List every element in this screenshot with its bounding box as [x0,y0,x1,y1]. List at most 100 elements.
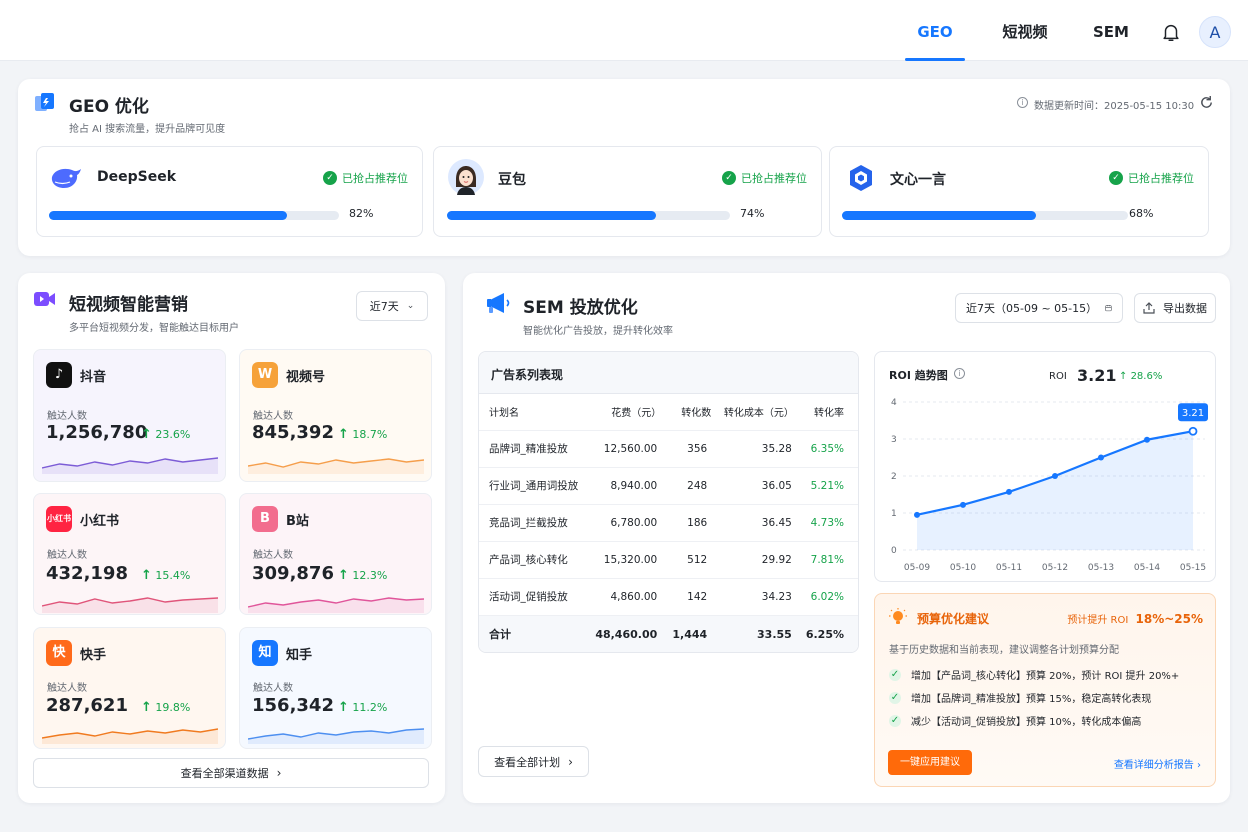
tab-short-video[interactable]: 短视频 [995,0,1055,61]
roi-trend: ↑ 28.6% [1119,371,1163,382]
view-all-channels-button[interactable]: 查看全部渠道数据 › [33,758,429,788]
calendar-icon [1105,305,1112,312]
platform-card-2[interactable]: 小红书 小红书 触达人数 432,198 ↑ 15.4% [33,493,226,615]
platform-logo-icon: B [252,506,278,532]
geo-platform-wenxin[interactable]: 文心一言 ✓ 已抢占推荐位 68% [829,146,1209,237]
reach-label: 触达人数 [47,550,87,561]
geo-platform-doubao[interactable]: 豆包 ✓ 已抢占推荐位 74% [433,146,822,237]
check-icon: ✓ [889,714,901,727]
geo-logo-icon [35,93,54,111]
check-circle-icon: ✓ [722,171,736,185]
table-cell: 竞品词_拦截投放 [479,504,586,542]
table-cell: 35.28 [721,430,806,468]
geo-status-badge: ✓ 已抢占推荐位 [722,170,807,186]
platform-logo-icon: 快 [46,640,72,666]
x-tick-label: 05-11 [996,563,1022,573]
table-row: 品牌词_精准投放 12,560.00 356 35.28 6.35% [479,430,858,468]
table-cell: 4.73% [805,504,858,542]
table-cell: 356 [671,430,722,468]
geo-platform-deepseek[interactable]: DeepSeek ✓ 已抢占推荐位 82% [36,146,423,237]
platform-card-4[interactable]: 快 快手 触达人数 287,621 ↑ 19.8% [33,627,226,749]
table-row: 行业词_通用词投放 8,940.00 248 36.05 5.21% [479,467,858,505]
view-all-plans-button[interactable]: 查看全部计划 › [478,746,589,777]
campaign-performance-table: 广告系列表现 计划名 花费（元） 转化数 转化成本（元） 转化率 品牌词_精准投… [478,351,859,653]
table-cell: 7.81% [805,541,858,579]
table-cell: 8,940.00 [585,467,672,505]
geo-progress-percent: 68% [1129,207,1154,220]
expected-roi-lift: 预计提升 ROI 18%~25% [1067,612,1203,626]
table-title: 广告系列表现 [479,352,858,394]
reach-trend: ↑ 15.4% [141,568,191,583]
y-tick-label: 0 [891,546,897,556]
x-tick-label: 05-09 [904,563,930,573]
y-tick-label: 1 [891,509,897,519]
table-cell: 248 [671,467,722,505]
sparkline-chart [42,728,218,744]
geo-status-badge: ✓ 已抢占推荐位 [1109,170,1194,186]
geo-progress-percent: 82% [349,207,374,220]
table-cell: 29.92 [721,541,806,579]
date-range-picker[interactable]: 近7天（05-09 ~ 05-15） [955,293,1123,323]
info-icon: i [1017,97,1028,108]
table-cell: 6.35% [805,430,858,468]
geo-progress-bar [842,211,1128,220]
suggestion-item: ✓ 减少【活动词_促销投放】预算 10%，转化成本偏高 [889,714,1142,728]
geo-progress-bar [49,211,339,220]
reach-label: 触达人数 [253,550,293,561]
reach-trend: ↑ 18.7% [338,427,388,442]
suggestion-item: ✓ 增加【品牌词_精准投放】预算 15%，稳定高转化表现 [889,691,1152,705]
top-nav-bar: GEO 短视频 SEM A [0,0,1248,61]
table-cell: 33.55 [721,615,806,652]
platform-name: 快手 [80,648,107,663]
table-cell: 1,444 [671,615,722,652]
chevron-right-icon: › [568,754,573,769]
suggestion-description: 基于历史数据和当前表现，建议调整各计划预算分配 [889,645,1119,656]
platform-name: 视频号 [286,370,326,385]
table-cell: 品牌词_精准投放 [479,430,586,468]
notification-bell-icon[interactable] [1160,21,1182,43]
col-header: 计划名 [479,394,586,431]
detail-report-link[interactable]: 查看详细分析报告 › [1114,756,1201,771]
platform-card-0[interactable]: ♪ 抖音 触达人数 1,256,780 ↑ 23.6% [33,349,226,482]
tab-geo[interactable]: GEO [905,0,965,61]
roi-label: ROI [1049,371,1067,382]
export-icon [1143,302,1155,314]
roi-point [1006,488,1012,495]
col-header: 转化数 [671,394,722,431]
platform-name: B站 [286,514,309,529]
table-cell: 5.21% [805,467,858,505]
platform-name: 抖音 [80,370,107,385]
chevron-right-icon: › [276,766,282,780]
table-cell: 6.25% [805,615,858,652]
sem-subtitle: 智能优化广告投放，提升转化效率 [523,326,673,337]
reach-trend: ↑ 11.2% [338,700,388,715]
platform-card-3[interactable]: B B站 触达人数 309,876 ↑ 12.3% [239,493,432,615]
user-avatar[interactable]: A [1199,16,1231,48]
short-video-subtitle: 多平台短视频分发，智能触达目标用户 [69,323,239,334]
geo-status-badge: ✓ 已抢占推荐位 [323,170,408,186]
megaphone-icon [487,293,510,313]
geo-platform-name: 文心一言 [890,172,946,188]
roi-point [1098,454,1104,461]
table-total-row: 合计 48,460.00 1,444 33.55 6.25% [479,615,858,652]
platform-card-1[interactable]: W 视频号 触达人数 845,392 ↑ 18.7% [239,349,432,482]
refresh-icon[interactable] [1199,95,1214,110]
reach-value: 845,392 [252,422,334,443]
export-data-button[interactable]: 导出数据 [1134,293,1216,323]
period-select[interactable]: 近7天 ⌄ [356,291,428,321]
table-cell: 行业词_通用词投放 [479,467,586,505]
apply-suggestion-button[interactable]: 一键应用建议 [888,750,972,775]
platform-card-5[interactable]: 知 知手 触达人数 156,342 ↑ 11.2% [239,627,432,749]
table-row: 产品词_核心转化 15,320.00 512 29.92 7.81% [479,541,858,579]
reach-label: 触达人数 [253,683,293,694]
sem-title: SEM 投放优化 [523,298,638,318]
wenxin-logo-icon [850,165,872,191]
roi-point [1052,473,1058,479]
geo-title: GEO 优化 [69,97,149,117]
check-icon: ✓ [889,691,901,704]
platform-logo-icon: W [252,362,278,388]
roi-point [960,501,966,508]
geo-platform-name: 豆包 [498,172,526,188]
y-tick-label: 4 [891,398,897,408]
tab-sem[interactable]: SEM [1083,0,1139,61]
